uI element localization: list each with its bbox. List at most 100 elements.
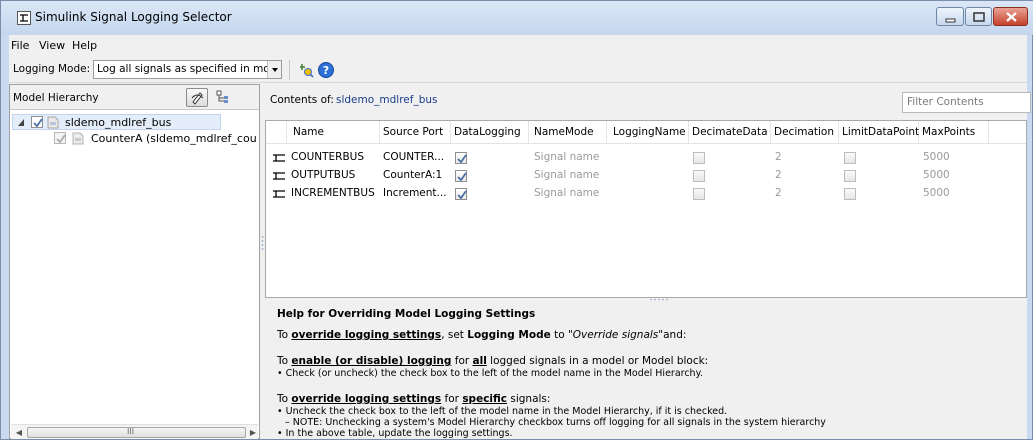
toolbar: Logging Mode: Log all signals as specifi… [9,57,1027,83]
cell-decimation[interactable]: 2 [775,149,782,167]
cell-decimation[interactable]: 2 [775,167,782,185]
highlight-signal-icon[interactable] [297,61,315,79]
close-icon [1006,12,1017,22]
cell-maxpoints[interactable]: 5000 [923,167,950,185]
scrollbar-grip: III [127,427,135,436]
referenced-model-checkbox[interactable] [54,132,66,144]
window-title: Simulink Signal Logging Selector [35,10,232,24]
contents-header: Contents of: sldemo_mdlref_bus Filter Co… [265,84,1031,116]
help-icon[interactable]: ? [317,61,335,79]
column-header-namemode[interactable]: NameMode [529,121,607,143]
filter-contents-input[interactable]: Filter Contents [902,92,1031,113]
menu-view[interactable]: View [39,39,65,52]
client-area: File View Help Logging Mode: Log all sig… [9,35,1031,439]
maximize-button[interactable] [965,7,992,26]
tree-item-label: CounterA (sldemo_mdlref_cou [91,132,257,145]
table-row[interactable]: INCREMENTBUS Increment... Signal name 2 … [266,185,1026,203]
bus-signal-icon [273,190,285,198]
cell-namemode[interactable]: Signal name [534,149,599,167]
cell-limitdatapoints-checkbox[interactable] [844,188,856,200]
model-hierarchy-header: Model Hierarchy [10,85,259,110]
column-header-limitdatapoints[interactable]: LimitDataPoints [839,121,925,143]
table-row[interactable]: COUNTERBUS COUNTER... Signal name 2 5000 [266,149,1026,167]
column-header-decimation[interactable]: Decimation [771,121,839,143]
model-hierarchy-toggle-icon [191,92,204,105]
help-specific-intro: To override logging settings for specifi… [277,393,551,405]
toolbar-separator [289,60,290,80]
horizontal-scrollbar[interactable]: ◀ III ▶ [11,424,258,439]
cell-maxpoints[interactable]: 5000 [923,149,950,167]
cell-source-port: COUNTER... [383,151,445,163]
column-header-decimatedata[interactable]: DecimateData [689,121,771,143]
contents-model-name: sldemo_mdlref_bus [336,94,438,106]
logging-mode-value: Log all signals as specified in model [97,63,282,75]
help-specific-note: – NOTE: Unchecking a system's Model Hier… [285,417,826,428]
help-title: Help for Overriding Model Logging Settin… [277,308,536,320]
maximize-icon [973,12,985,22]
minimize-icon [945,18,956,23]
cell-decimatedata-checkbox[interactable] [693,170,705,182]
table-row[interactable]: OUTPUTBUS CounterA:1 Signal name 2 5000 [266,167,1026,185]
collapse-tree-icon[interactable] [216,90,230,104]
root-model-checkbox[interactable] [31,116,43,128]
model-hierarchy-title: Model Hierarchy [13,92,99,104]
cell-source-port: Increment... [383,187,447,199]
minimize-button[interactable] [936,7,964,26]
help-specific-bullet-2: • In the above table, update the logging… [277,428,513,439]
expanded-triangle-icon[interactable] [17,118,26,127]
column-header-loggingname[interactable]: LoggingName [607,121,689,143]
cell-name: OUTPUTBUS [291,169,356,181]
logging-mode-dropdown[interactable]: Log all signals as specified in model [93,60,282,79]
chevron-down-icon [267,61,281,78]
close-button[interactable] [993,7,1028,26]
title-bar[interactable]: Simulink Signal Logging Selector [1,1,1033,35]
tree-item-label: sldemo_mdlref_bus [65,116,172,129]
menu-bar: File View Help [9,35,1027,56]
bus-signal-icon [273,154,285,162]
cell-decimatedata-checkbox[interactable] [693,152,705,164]
svg-text:?: ? [323,64,329,77]
menu-file[interactable]: File [11,39,29,52]
contents-of-label: Contents of: [270,94,334,106]
cell-namemode[interactable]: Signal name [534,167,599,185]
scroll-left-icon[interactable]: ◀ [13,427,25,438]
bus-signal-icon [273,172,285,180]
column-header-name[interactable]: Name [287,121,380,143]
header-divider [266,143,1026,144]
cell-maxpoints[interactable]: 5000 [923,185,950,203]
cell-source-port: CounterA:1 [383,169,443,181]
signals-table: Name Source Port DataLogging NameMode Lo… [265,120,1027,298]
help-panel: Help for Overriding Model Logging Settin… [265,301,1027,439]
scrollbar-thumb[interactable]: III [27,427,246,438]
pane-splitter[interactable] [261,235,264,251]
help-specific-bullet-1: • Uncheck the check box to the left of t… [277,406,728,417]
tree-item-referenced-model[interactable]: CounterA (sldemo_mdlref_cou [12,131,259,147]
cell-datalogging-checkbox[interactable] [455,152,467,164]
column-header-maxpoints[interactable]: MaxPoints [919,121,989,143]
menu-help[interactable]: Help [72,39,97,52]
cell-decimation[interactable]: 2 [775,185,782,203]
signal-logging-app-icon [17,11,31,25]
model-reference-icon [72,132,84,145]
column-header-icon [266,121,287,143]
logging-mode-label: Logging Mode: [13,63,91,75]
tree-item-root-model[interactable]: sldemo_mdlref_bus [12,114,221,130]
cell-name: COUNTERBUS [291,151,365,163]
signal-logging-selector-window: Simulink Signal Logging Selector File Vi… [0,0,1033,440]
cell-name: INCREMENTBUS [291,187,375,199]
cell-datalogging-checkbox[interactable] [455,170,467,182]
help-enable-bullet: • Check (or uncheck) the check box to th… [277,368,703,379]
help-enable-intro: To enable (or disable) logging for all l… [277,355,709,367]
model-file-icon [47,116,59,129]
model-hierarchy-pane: Model Hierarchy sldemo_mdlref_bus Counte… [9,84,260,439]
help-override-intro: To override logging settings, set Loggin… [277,329,687,341]
column-header-source-port[interactable]: Source Port [380,121,451,143]
column-header-datalogging[interactable]: DataLogging [451,121,529,143]
cell-limitdatapoints-checkbox[interactable] [844,152,856,164]
cell-limitdatapoints-checkbox[interactable] [844,170,856,182]
scroll-right-icon[interactable]: ▶ [247,427,259,438]
cell-decimatedata-checkbox[interactable] [693,188,705,200]
model-hierarchy-toggle-button[interactable] [186,88,208,107]
cell-namemode[interactable]: Signal name [534,185,599,203]
cell-datalogging-checkbox[interactable] [455,188,467,200]
